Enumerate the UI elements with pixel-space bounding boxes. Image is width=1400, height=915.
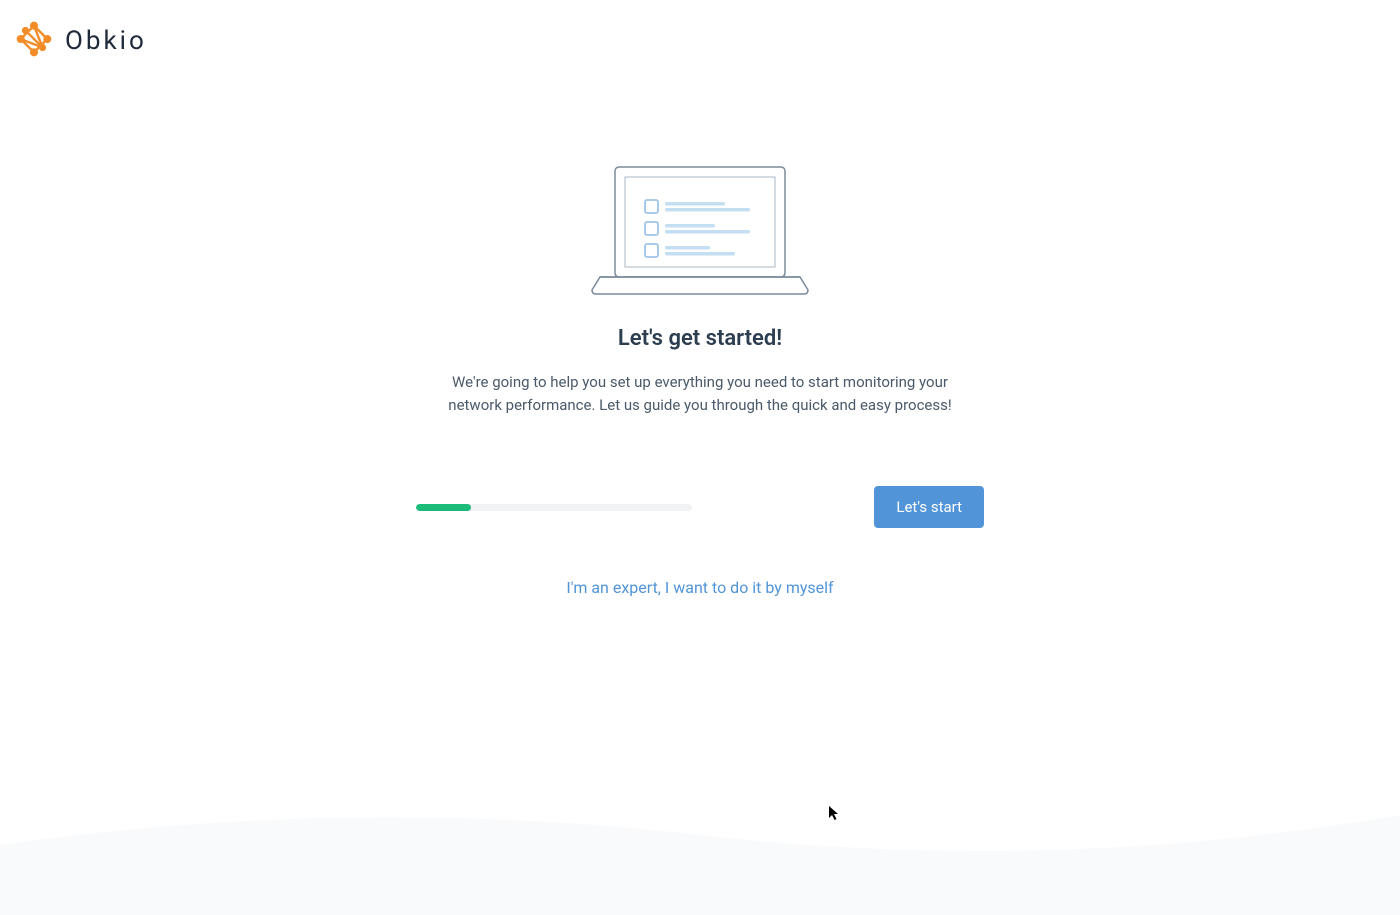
progress-bar bbox=[416, 504, 692, 511]
background-wave-icon bbox=[0, 765, 1400, 915]
onboarding-description: We're going to help you set up everythin… bbox=[430, 371, 970, 416]
progress-fill bbox=[416, 504, 471, 511]
cursor-icon bbox=[829, 806, 841, 822]
header: Obkio bbox=[0, 0, 1400, 82]
laptop-illustration-icon bbox=[590, 162, 810, 326]
actions-row: Let's start bbox=[416, 486, 984, 528]
expert-skip-link[interactable]: I'm an expert, I want to do it by myself bbox=[566, 578, 833, 597]
brand-name: Obkio bbox=[65, 26, 147, 56]
onboarding-title: Let's get started! bbox=[618, 326, 782, 351]
lets-start-button[interactable]: Let's start bbox=[874, 486, 984, 528]
onboarding-panel: Let's get started! We're going to help y… bbox=[0, 162, 1400, 597]
logo-icon bbox=[15, 20, 53, 62]
